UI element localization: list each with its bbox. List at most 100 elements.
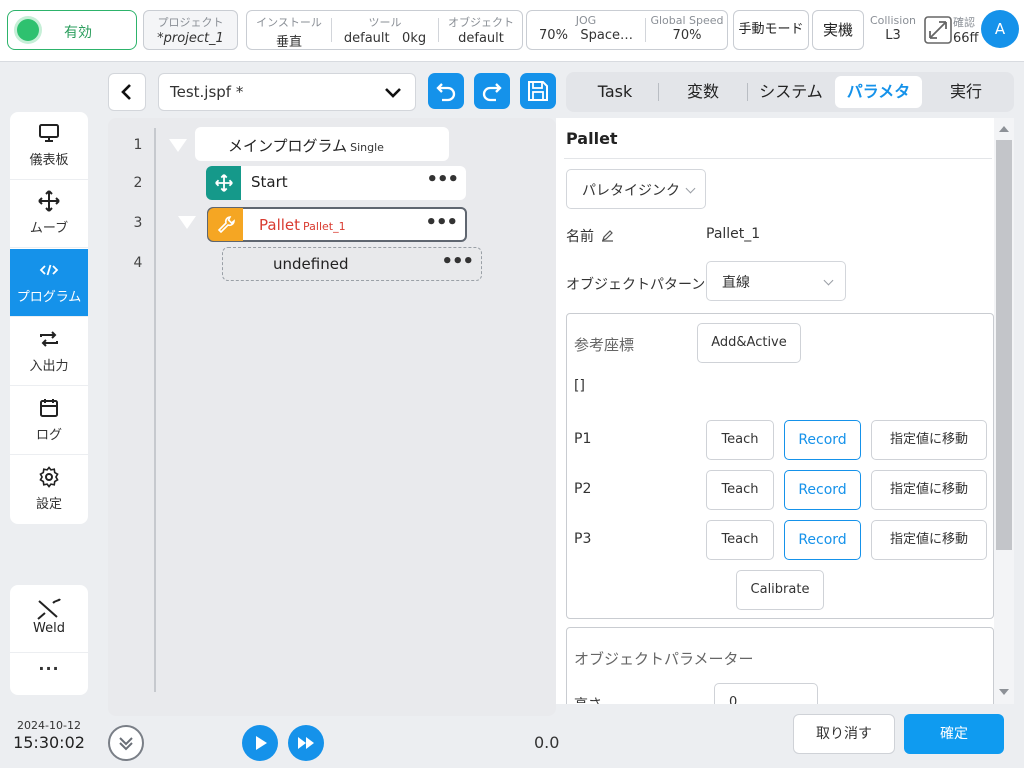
param-scrollbar[interactable] — [994, 118, 1014, 704]
point-label-p3: P3 — [574, 531, 592, 547]
sidebar-item-dashboard[interactable]: 儀表板 — [10, 112, 88, 180]
teach-button-p3[interactable]: Teach — [706, 520, 774, 560]
cancel-button[interactable]: 取り消す — [793, 714, 895, 754]
calibrate-button[interactable]: Calibrate — [736, 570, 824, 610]
object-caption: オブジェクト — [448, 16, 514, 29]
play-button[interactable] — [242, 725, 278, 761]
gear-icon — [39, 466, 59, 488]
sidebar-item-log[interactable]: ログ — [10, 387, 88, 455]
move-to-value-button-p3[interactable]: 指定値に移動 — [871, 520, 987, 560]
tab-parameters[interactable]: パラメタ — [835, 76, 922, 108]
tab-run[interactable]: 実行 — [923, 76, 1009, 108]
file-select[interactable]: Test.jspf * — [158, 73, 416, 111]
move-icon — [38, 190, 60, 212]
record-button-p3[interactable]: Record — [784, 520, 861, 560]
tree-node-start[interactable]: Start ••• — [206, 166, 466, 200]
confirm-caption: 確認 — [953, 16, 975, 29]
tab-task[interactable]: Task — [572, 76, 658, 108]
undo-icon — [436, 83, 456, 102]
expand-icon[interactable] — [924, 16, 952, 44]
collision-value: L3 — [885, 28, 901, 43]
install-tool-object-indicator[interactable]: インストール 垂直 ツール default 0kg オブジェクト default — [246, 10, 523, 50]
project-indicator[interactable]: プロジェクト *project_1 — [143, 10, 238, 50]
node-menu-button[interactable]: ••• — [426, 169, 459, 190]
redo-button[interactable] — [474, 73, 510, 109]
jog-value: 70% — [539, 28, 568, 43]
sidebar-label-dashboard: 儀表板 — [29, 153, 69, 168]
scroll-down-icon[interactable] — [994, 684, 1014, 700]
code-icon — [39, 264, 59, 276]
line-number: 4 — [133, 255, 143, 271]
teach-button-p2[interactable]: Teach — [706, 470, 774, 510]
node-menu-button[interactable]: ••• — [425, 212, 458, 233]
record-button-p2[interactable]: Record — [784, 470, 861, 510]
object-pattern-value: 直線 — [722, 275, 750, 291]
install-value: 垂直 — [275, 35, 302, 50]
weld-label: Weld — [33, 621, 65, 636]
object-pattern-select[interactable]: 直線 — [706, 261, 846, 301]
collapse-triangle-icon[interactable] — [169, 139, 187, 152]
chevron-down-icon — [685, 183, 696, 194]
collision-indicator[interactable]: Collision L3 — [868, 14, 918, 43]
chevron-down-icon — [823, 275, 834, 286]
speed-value: 0.0 — [534, 733, 560, 752]
height-label: 高さ — [574, 694, 602, 704]
redo-icon — [482, 83, 502, 102]
undo-button[interactable] — [428, 73, 464, 109]
global-speed-caption: Global Speed — [650, 14, 724, 27]
pallet-type-select[interactable]: パレタイジンク — [566, 169, 706, 209]
sidebar-item-program[interactable]: プログラム — [10, 249, 88, 317]
sidebar-item-move[interactable]: ムーブ — [10, 180, 88, 248]
program-tree: 1 2 3 4 メインプログラム Single Start ••• Pallet P… — [108, 118, 556, 716]
manual-mode-button[interactable]: 手動モード — [733, 10, 809, 50]
tree-rail — [154, 128, 156, 692]
real-machine-button[interactable]: 実機 — [812, 10, 864, 50]
pallet-label: Pallet Pallet_1 — [259, 216, 346, 234]
wrench-icon — [208, 208, 243, 241]
sidebar-item-settings[interactable]: 設定 — [10, 456, 88, 524]
sidebar-item-io[interactable]: 入出力 — [10, 318, 88, 386]
teach-button-p1[interactable]: Teach — [706, 420, 774, 460]
move-to-value-button-p2[interactable]: 指定値に移動 — [871, 470, 987, 510]
clock: 2024-10-12 15:30:02 — [0, 719, 98, 752]
play-icon — [256, 736, 267, 750]
user-avatar[interactable]: A — [981, 10, 1019, 48]
tree-node-main[interactable]: メインプログラム Single — [195, 127, 449, 161]
confirm-button[interactable]: 確定 — [904, 714, 1004, 754]
jog-speed-indicator[interactable]: JOG 70% Space… Global Speed 70% — [526, 10, 728, 50]
tree-node-pallet[interactable]: Pallet Pallet_1 ••• — [207, 207, 467, 242]
more-button[interactable]: ··· — [10, 659, 88, 678]
point-label-p1: P1 — [574, 431, 592, 447]
back-button[interactable] — [108, 73, 146, 111]
height-input[interactable]: 0 — [714, 683, 818, 704]
reference-coordinate-label: 参考座標 — [574, 336, 635, 354]
confirm-indicator: 確認 66ff — [953, 14, 983, 46]
record-button-p1[interactable]: Record — [784, 420, 861, 460]
step-forward-button[interactable] — [288, 725, 324, 761]
parameter-panel: Pallet パレタイジンク 名前 Pallet_1 オブジェクトパターン 直線… — [556, 118, 1014, 704]
enable-toggle[interactable]: 有効 — [7, 10, 137, 50]
collapse-triangle-icon[interactable] — [178, 216, 196, 229]
reference-coordinate-group: 参考座標 Add&Active [] P1 Teach Record 指定値に移… — [566, 313, 994, 619]
node-menu-button[interactable]: ••• — [441, 251, 474, 272]
scroll-down-button[interactable] — [108, 725, 144, 761]
scroll-up-icon[interactable] — [994, 121, 1014, 137]
project-value: *project_1 — [157, 31, 224, 46]
install-caption: インストール — [256, 16, 322, 29]
object-pattern-label: オブジェクトパターン — [566, 277, 706, 293]
move-to-value-button-p1[interactable]: 指定値に移動 — [871, 420, 987, 460]
tab-variables[interactable]: 変数 — [659, 76, 747, 108]
tree-node-undefined[interactable]: undefined ••• — [222, 247, 482, 281]
weld-button[interactable]: Weld — [10, 585, 88, 653]
sidebar-label-io: 入出力 — [29, 359, 69, 374]
tab-system[interactable]: システム — [748, 76, 834, 108]
weld-panel: Weld ··· — [10, 585, 88, 695]
name-label: 名前 — [566, 226, 614, 246]
scroll-thumb[interactable] — [996, 140, 1012, 550]
time-text: 15:30:02 — [13, 733, 85, 752]
save-button[interactable] — [520, 73, 556, 109]
chevron-down-icon — [385, 88, 401, 98]
add-active-button[interactable]: Add&Active — [697, 323, 801, 363]
move-node-icon — [206, 166, 241, 200]
edit-icon[interactable] — [601, 229, 614, 242]
